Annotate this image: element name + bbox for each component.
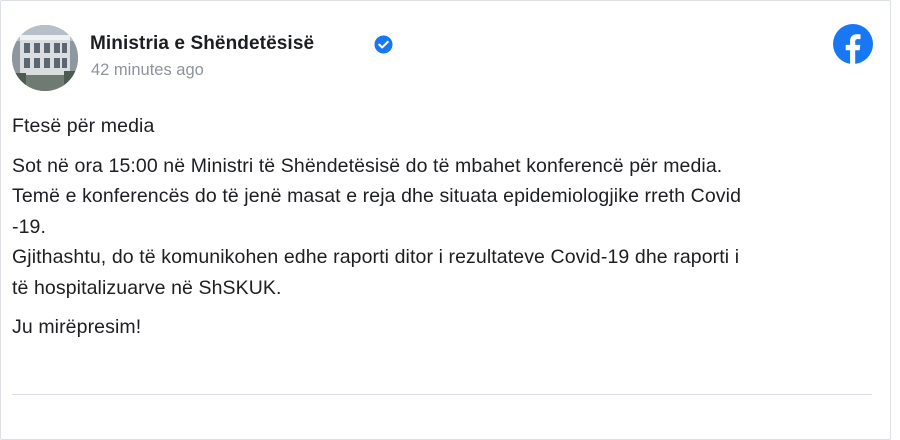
post-line: Temë e konferencës do të jenë masat e re… <box>12 185 742 207</box>
building-photo-icon <box>12 25 78 91</box>
facebook-post-card: Ministria e Shëndetësisë 42 minutes ago … <box>0 0 891 440</box>
page-name-link[interactable]: Ministria e Shëndetësisë <box>90 33 314 55</box>
post-line: -19. <box>12 215 47 238</box>
post-line: Gjithashtu, do të komunikohen edhe rapor… <box>12 246 740 268</box>
post-timestamp[interactable]: 42 minutes ago <box>91 61 204 80</box>
verified-badge-icon <box>374 35 393 54</box>
post-heading: Ftesë për media <box>12 115 155 137</box>
post-closing: Ju mirëpresim! <box>12 316 142 338</box>
page-avatar[interactable] <box>12 25 78 91</box>
post-text: Ftesë për media Sot në ora 15:00 në Mini… <box>12 111 872 343</box>
post-line: Sot në ora 15:00 në Ministri të Shëndetë… <box>12 154 723 177</box>
post-line: të hospitalizuarve në ShSKUK. <box>12 276 282 299</box>
facebook-logo-icon[interactable] <box>833 24 873 64</box>
post-divider <box>12 394 872 395</box>
